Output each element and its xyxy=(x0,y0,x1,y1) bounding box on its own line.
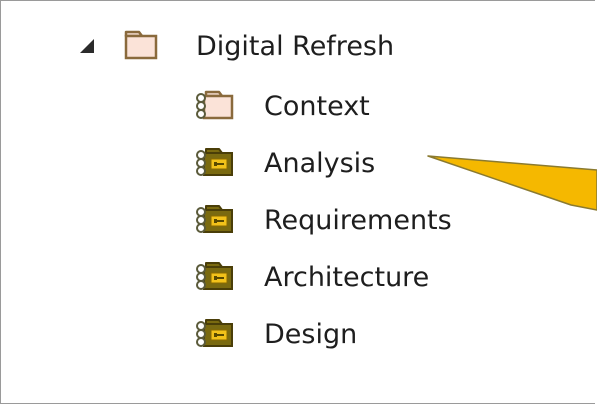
package-icon xyxy=(192,88,236,124)
tree-node-label: Design xyxy=(264,318,358,350)
tree-node-analysis[interactable]: Analysis xyxy=(192,141,375,185)
locked-package-icon xyxy=(192,316,236,352)
tree-node-label: Digital Refresh xyxy=(196,30,395,62)
locked-package-icon xyxy=(192,202,236,238)
locked-package-icon xyxy=(192,259,236,295)
tree-node-label: Analysis xyxy=(264,147,376,179)
folder-icon xyxy=(122,28,166,64)
tree-node-digital-refresh[interactable]: Digital Refresh xyxy=(70,24,394,68)
project-browser-tree: Digital Refresh Context Analysis Require… xyxy=(0,0,597,406)
locked-package-icon xyxy=(192,145,236,181)
expanded-triangle-icon[interactable] xyxy=(70,29,104,63)
tree-node-label: Architecture xyxy=(264,261,430,293)
tree-node-label: Requirements xyxy=(264,204,452,236)
tree-node-context[interactable]: Context xyxy=(192,84,370,128)
tree-node-design[interactable]: Design xyxy=(192,312,357,356)
tree-node-architecture[interactable]: Architecture xyxy=(192,255,429,299)
tree-node-requirements[interactable]: Requirements xyxy=(192,198,452,242)
tree-node-label: Context xyxy=(264,90,370,122)
